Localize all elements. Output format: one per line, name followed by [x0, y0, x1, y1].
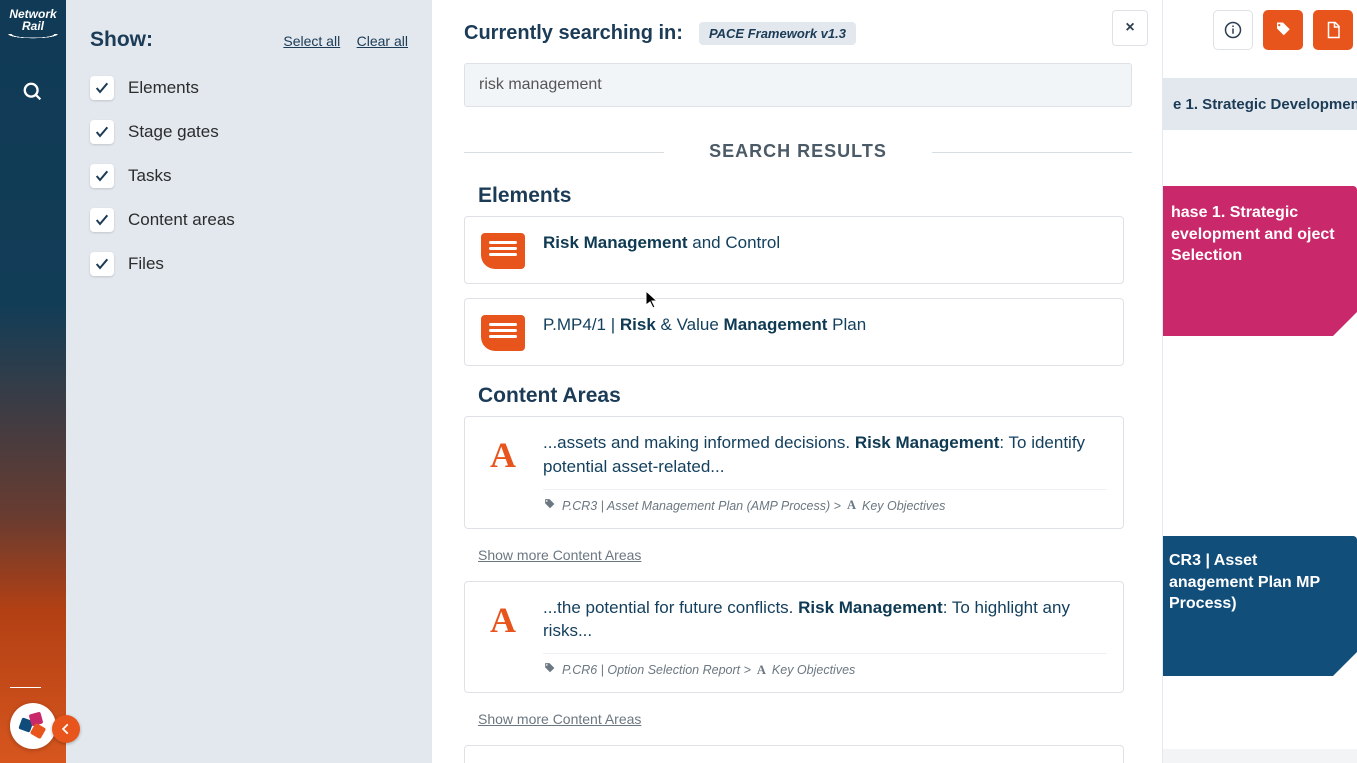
filter-item-content-areas[interactable]: Content areas	[90, 198, 408, 242]
results-heading: SEARCH RESULTS	[464, 141, 1132, 162]
horizontal-scrollbar-thumb[interactable]	[1343, 751, 1353, 761]
result-card[interactable]: A ...trust and engagement among stakehol…	[464, 745, 1124, 763]
filters-title: Show:	[90, 28, 153, 52]
result-card[interactable]: A ...assets and making informed decision…	[464, 416, 1124, 529]
brand-logo: Network Rail	[0, 0, 66, 48]
show-more-content-areas[interactable]: Show more Content Areas	[478, 547, 641, 563]
filters-panel: Show: Select all Clear all Elements Stag…	[66, 0, 432, 763]
breadcrumb: P.CR6 | Option Selection Report > A Key …	[543, 653, 1107, 678]
asset-card[interactable]: CR3 | Asset anagement Plan MP Process)	[1162, 536, 1357, 676]
checkbox-icon	[90, 164, 114, 188]
tag-button[interactable]	[1263, 10, 1303, 50]
collapse-rail-button[interactable]	[52, 715, 80, 743]
mouse-cursor-icon	[645, 290, 661, 310]
breadcrumb-tail: Key Objectives	[862, 499, 945, 513]
content-area-icon: A	[481, 598, 525, 642]
filter-label: Files	[128, 254, 164, 274]
filter-item-files[interactable]: Files	[90, 242, 408, 286]
checkbox-icon	[90, 120, 114, 144]
group-title-content-areas: Content Areas	[478, 384, 1124, 408]
close-button[interactable]: ×	[1112, 10, 1148, 46]
search-scope-heading: Currently searching in:	[464, 22, 683, 45]
phase-card-label: hase 1. Strategic evelopment and oject S…	[1171, 204, 1335, 264]
brand-logo-text: Network Rail	[4, 8, 62, 32]
pdf-export-button[interactable]	[1313, 10, 1353, 50]
tag-icon	[543, 662, 556, 678]
tag-icon	[543, 498, 556, 514]
select-all-link[interactable]: Select all	[283, 33, 340, 49]
left-nav-rail: Network Rail	[0, 0, 66, 763]
clear-all-link[interactable]: Clear all	[357, 33, 408, 49]
close-icon: ×	[1125, 19, 1134, 37]
scope-badge[interactable]: PACE Framework v1.3	[699, 22, 856, 45]
search-input[interactable]	[464, 63, 1132, 107]
filter-label: Content areas	[128, 210, 235, 230]
element-icon	[481, 233, 525, 269]
info-button[interactable]	[1213, 10, 1253, 50]
result-card[interactable]: Risk Management and Control	[464, 216, 1124, 284]
show-more-content-areas[interactable]: Show more Content Areas	[478, 711, 641, 727]
filters-list: Elements Stage gates Tasks Content areas	[90, 66, 408, 286]
phase-card[interactable]: hase 1. Strategic evelopment and oject S…	[1162, 186, 1357, 336]
font-a-icon: A	[847, 498, 856, 513]
filter-label: Tasks	[128, 166, 171, 186]
result-card[interactable]: A ...the potential for future conflicts.…	[464, 581, 1124, 694]
result-snippet: ...assets and making informed decisions.…	[543, 431, 1107, 479]
background-banner: e 1. Strategic Development ar	[1163, 78, 1357, 130]
breadcrumb-path: P.CR3 | Asset Management Plan (AMP Proce…	[562, 499, 841, 513]
breadcrumb: P.CR3 | Asset Management Plan (AMP Proce…	[543, 489, 1107, 514]
checkbox-icon	[90, 208, 114, 232]
group-title-elements: Elements	[478, 184, 1124, 208]
search-icon[interactable]	[13, 72, 53, 112]
search-panel: × Currently searching in: PACE Framework…	[432, 0, 1162, 763]
result-title: P.MP4/1 | Risk & Value Management Plan	[543, 313, 1107, 337]
background-page-strip: e 1. Strategic Development ar hase 1. St…	[1162, 0, 1357, 763]
element-icon	[481, 315, 525, 351]
breadcrumb-path: P.CR6 | Option Selection Report >	[562, 663, 751, 677]
filter-item-stage-gates[interactable]: Stage gates	[90, 110, 408, 154]
filter-item-tasks[interactable]: Tasks	[90, 154, 408, 198]
filter-item-elements[interactable]: Elements	[90, 66, 408, 110]
asset-card-label: CR3 | Asset anagement Plan MP Process)	[1169, 552, 1320, 612]
breadcrumb-tail: Key Objectives	[772, 663, 855, 677]
result-card[interactable]: P.MP4/1 | Risk & Value Management Plan	[464, 298, 1124, 366]
result-title: Risk Management and Control	[543, 231, 1107, 255]
font-a-icon: A	[757, 663, 766, 678]
filter-label: Elements	[128, 78, 199, 98]
checkbox-icon	[90, 252, 114, 276]
content-area-icon: A	[481, 433, 525, 477]
app-launcher-icon[interactable]	[10, 703, 56, 749]
results-scroll-area[interactable]: Elements Risk Management and Control P.M…	[464, 166, 1132, 763]
result-snippet: ...the potential for future conflicts. R…	[543, 596, 1107, 644]
checkbox-icon	[90, 76, 114, 100]
filter-label: Stage gates	[128, 122, 219, 142]
